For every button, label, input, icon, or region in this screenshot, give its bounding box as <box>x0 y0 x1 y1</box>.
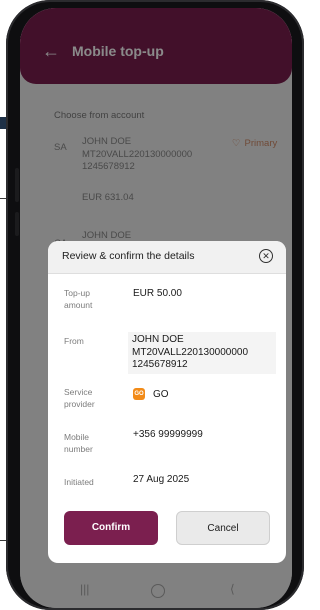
provider-value: GO GO <box>133 388 169 400</box>
recent-apps-icon[interactable]: ||| <box>80 582 89 596</box>
initiated-label: Initiated <box>64 477 94 487</box>
phone-frame: ← Mobile top-up Choose from account SA J… <box>6 0 304 610</box>
mobile-label: Mobile number <box>64 432 93 454</box>
mobile-value: +356 99999999 <box>133 429 203 440</box>
close-icon[interactable]: ✕ <box>259 249 273 263</box>
provider-label: Service provider <box>64 387 95 409</box>
go-provider-icon: GO <box>133 388 145 400</box>
system-nav-bar: ||| ⟨ <box>20 578 292 608</box>
amount-value: EUR 50.00 <box>133 288 182 299</box>
confirm-dialog: Review & confirm the details ✕ Top-up am… <box>48 241 286 563</box>
phone-side-button <box>15 212 19 236</box>
from-label: From <box>64 336 84 346</box>
from-number: 1245678912 <box>132 359 188 370</box>
from-account: JOHN DOE MT20VALL220130000000 1245678912 <box>128 332 276 374</box>
initiated-value: 27 Aug 2025 <box>133 474 190 485</box>
dialog-title: Review & confirm the details <box>62 250 195 262</box>
back-chevron-icon[interactable]: ⟨ <box>230 582 235 596</box>
amount-label: Top-up amount <box>64 288 93 310</box>
phone-side-button <box>15 168 19 202</box>
dialog-header: Review & confirm the details ✕ <box>48 241 286 274</box>
cancel-button[interactable]: Cancel <box>176 511 270 545</box>
confirm-button[interactable]: Confirm <box>64 511 158 545</box>
from-iban: MT20VALL220130000000 <box>132 346 249 358</box>
from-name: JOHN DOE <box>132 334 184 345</box>
provider-name: GO <box>153 388 169 400</box>
home-icon[interactable] <box>151 584 165 598</box>
